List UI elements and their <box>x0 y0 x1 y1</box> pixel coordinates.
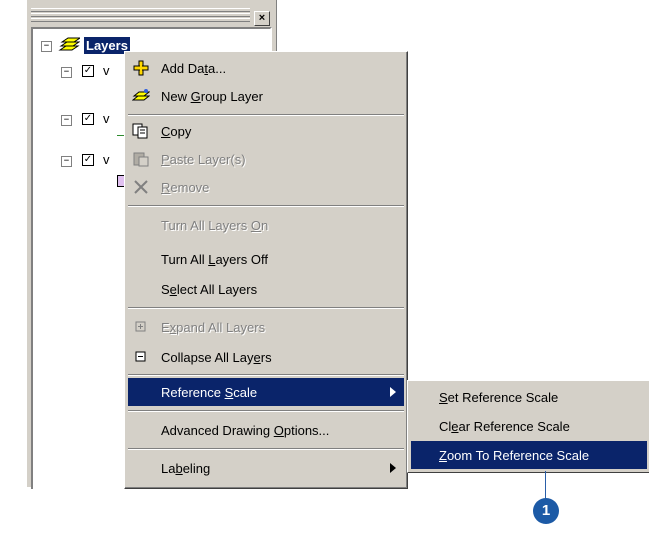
copy-icon <box>132 123 150 139</box>
submenu-item-set-reference-scale[interactable]: Set Reference Scale <box>411 383 647 411</box>
layer-visibility-checkbox[interactable]: ✓ <box>82 154 94 166</box>
callout-leader-line <box>545 471 546 499</box>
submenu-arrow-icon <box>390 463 396 473</box>
callout-number-badge: 1 <box>533 498 559 524</box>
layer-visibility-checkbox[interactable]: ✓ <box>82 65 94 77</box>
paste-icon <box>132 151 150 167</box>
collapse-icon <box>132 349 150 365</box>
menu-item-new-group-layer[interactable]: New Group Layer <box>128 82 404 110</box>
layer-expander-icon[interactable]: − <box>61 67 72 78</box>
layer-name[interactable]: v <box>103 152 110 167</box>
layer-name[interactable]: v <box>103 111 110 126</box>
add-data-icon <box>132 60 150 76</box>
layer-name[interactable]: v <box>103 63 110 78</box>
close-button[interactable]: × <box>254 11 270 26</box>
menu-item-add-data[interactable]: Add Data... <box>128 54 404 82</box>
close-icon: × <box>258 12 266 24</box>
menu-item-select-all-layers[interactable]: Select All Layers <box>128 275 404 303</box>
menu-item-advanced-drawing-options[interactable]: Advanced Drawing Options... <box>128 416 404 444</box>
menu-item-turn-all-layers-off[interactable]: Turn All Layers Off <box>128 245 404 273</box>
submenu-item-zoom-to-reference-scale[interactable]: Zoom To Reference Scale <box>411 441 647 469</box>
title-grip[interactable] <box>31 8 250 22</box>
new-group-layer-icon <box>131 88 151 104</box>
menu-item-turn-all-layers-on[interactable]: Turn All Layers On <box>128 211 404 239</box>
menu-item-reference-scale[interactable]: Reference Scale <box>128 378 404 406</box>
menu-separator <box>128 205 404 207</box>
submenu-arrow-icon <box>390 387 396 397</box>
menu-separator <box>128 410 404 412</box>
menu-item-paste-layers[interactable]: Paste Layer(s) <box>128 145 404 173</box>
submenu-item-clear-reference-scale[interactable]: Clear Reference Scale <box>411 412 647 440</box>
root-expander-icon[interactable]: − <box>41 41 52 52</box>
menu-separator <box>128 374 404 376</box>
reference-scale-submenu: Set Reference Scale Clear Reference Scal… <box>407 380 649 473</box>
layers-stack-icon <box>58 36 82 54</box>
menu-item-expand-all-layers[interactable]: Expand All Layers <box>128 313 404 341</box>
layer-visibility-checkbox[interactable]: ✓ <box>82 113 94 125</box>
layer-expander-icon[interactable]: − <box>61 115 72 126</box>
menu-item-collapse-all-layers[interactable]: Collapse All Layers <box>128 343 404 371</box>
layer-expander-icon[interactable]: − <box>61 156 72 167</box>
menu-separator <box>128 307 404 309</box>
menu-item-labeling[interactable]: Labeling <box>128 454 404 482</box>
menu-separator <box>128 114 404 116</box>
expand-icon <box>132 319 150 335</box>
remove-icon <box>132 179 150 195</box>
menu-item-copy[interactable]: Copy <box>128 117 404 145</box>
layers-context-menu: Add Data... New Group Layer Copy Paste L… <box>124 51 408 489</box>
menu-separator <box>128 448 404 450</box>
menu-item-remove[interactable]: Remove <box>128 173 404 201</box>
